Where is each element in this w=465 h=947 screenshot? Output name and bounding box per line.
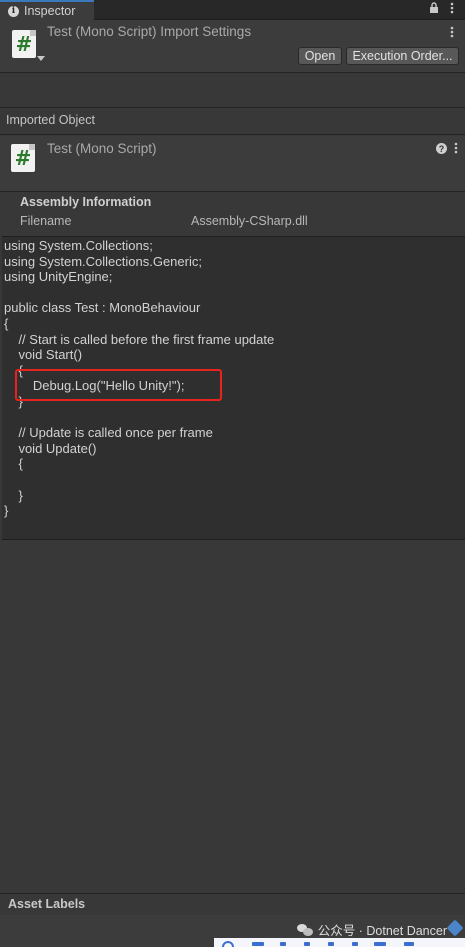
code-line: public class Test : MonoBehaviour (4, 300, 201, 316)
import-settings-header: # Test (Mono Script) Import Settings Ope… (0, 20, 465, 72)
divider (0, 72, 465, 73)
object-menu-icon[interactable] (454, 142, 458, 154)
code-line: using System.Collections; (4, 238, 153, 253)
code-line: { (4, 456, 23, 472)
imported-object-label: Imported Object (6, 113, 95, 127)
code-line: { (4, 315, 9, 331)
code-line: using System.Collections.Generic; (4, 253, 202, 269)
asset-labels-title: Asset Labels (8, 897, 86, 911)
info-icon: i (8, 5, 19, 17)
divider (0, 107, 465, 108)
code-line: // Start is called before the first fram… (4, 331, 275, 347)
tag-icon[interactable] (446, 919, 464, 937)
script-icon: # (11, 144, 35, 172)
tab-inspector[interactable]: i Inspector (0, 0, 94, 20)
watermark-text: 公众号 · Dotnet Dancer (317, 924, 447, 938)
imported-object-header: # Test (Mono Script) ? (0, 136, 465, 191)
code-line: void Update() (4, 440, 97, 456)
overlay-circle-icon (222, 941, 234, 947)
open-button[interactable]: Open (298, 47, 342, 65)
overlay-glyph (304, 942, 310, 946)
tab-label: Inspector (24, 4, 76, 18)
assembly-info-title: Assembly Information (20, 195, 152, 209)
overlay-glyph (328, 942, 334, 946)
code-line: } (4, 487, 23, 503)
wechat-icon (296, 923, 313, 936)
execution-order-button[interactable]: Execution Order... (346, 47, 459, 65)
script-icon: # (12, 30, 36, 58)
overlay-glyph (404, 942, 414, 946)
lock-icon[interactable] (429, 2, 439, 17)
filename-value: Assembly-CSharp.dll (191, 214, 308, 228)
overlay-glyph (374, 942, 386, 946)
tab-menu-icon[interactable] (450, 2, 454, 17)
highlight-box (15, 369, 222, 401)
header-menu-icon[interactable] (450, 26, 454, 38)
help-icon[interactable]: ? (436, 143, 447, 154)
overlay-glyph (252, 942, 264, 946)
code-line: } (4, 503, 9, 519)
filename-label: Filename (20, 214, 72, 228)
watermark: 公众号 · Dotnet Dancer (296, 920, 447, 939)
divider (0, 191, 465, 192)
code-line: using UnityEngine; (4, 269, 113, 285)
divider (0, 134, 465, 135)
code-line: void Start() (4, 347, 83, 363)
overlay-glyph (352, 942, 358, 946)
overlay-glyph (280, 942, 286, 946)
code-line: // Update is called once per frame (4, 425, 213, 441)
asset-labels-bar[interactable]: Asset Labels (0, 893, 465, 915)
tab-bar: i Inspector (0, 0, 465, 20)
header-title: Test (Mono Script) Import Settings (47, 24, 252, 39)
dropdown-arrow-icon[interactable] (37, 56, 45, 61)
imported-object-title: Test (Mono Script) (47, 141, 157, 156)
overlay-strip (214, 938, 465, 947)
